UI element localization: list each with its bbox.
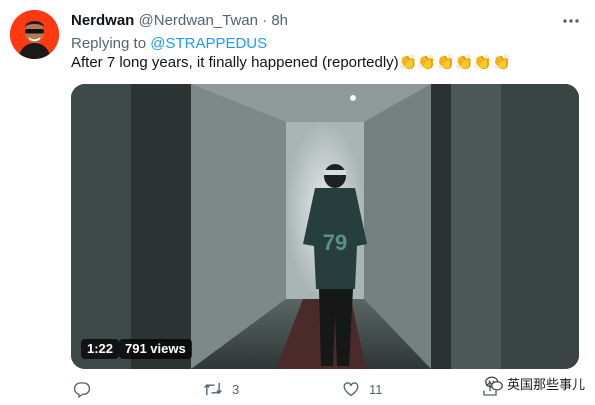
separator-dot: ·	[262, 12, 268, 29]
retweet-count: 3	[232, 381, 240, 397]
user-handle[interactable]: @Nerdwan_Twan	[139, 12, 258, 29]
tweet-text: After 7 long years, it finally happened …	[71, 53, 511, 73]
display-name[interactable]: Nerdwan	[71, 12, 134, 29]
more-dots-icon[interactable]	[562, 14, 580, 28]
replying-to-label: Replying to	[71, 35, 147, 52]
watermark: 英国那些事儿	[485, 373, 585, 393]
tweet-actions: 3 11	[71, 378, 511, 400]
replying-to-mention[interactable]: @STRAPPEDUS	[150, 35, 267, 52]
heart-icon	[343, 382, 359, 397]
video-frame: 79	[71, 84, 579, 369]
retweet-arrows-icon	[204, 382, 222, 396]
wechat-icon	[485, 376, 503, 390]
avatar[interactable]	[10, 10, 59, 59]
tweet-body: After 7 long years, it finally happened …	[71, 54, 399, 71]
reply-button[interactable]	[73, 378, 100, 400]
retweet-button[interactable]: 3	[203, 378, 239, 400]
like-button[interactable]: 11	[342, 378, 383, 400]
video-views-badge: 791 views	[119, 339, 192, 359]
video-duration-badge: 1:22	[81, 339, 120, 359]
jersey-number: 79	[323, 230, 347, 255]
reply-bubble-icon	[73, 382, 91, 398]
video-player[interactable]: 79 1:22 791 views	[71, 84, 579, 369]
watermark-text: 英国那些事儿	[506, 376, 585, 392]
avatar-portrait	[10, 10, 59, 59]
like-count: 11	[369, 381, 383, 397]
clapping-hands-emoji: 👏👏👏👏👏👏	[398, 54, 511, 71]
tweet-header: Nerdwan @Nerdwan_Twan · 8h	[71, 11, 555, 31]
replying-to-line: Replying to @STRAPPEDUS	[71, 34, 267, 54]
timestamp[interactable]: 8h	[271, 12, 288, 29]
